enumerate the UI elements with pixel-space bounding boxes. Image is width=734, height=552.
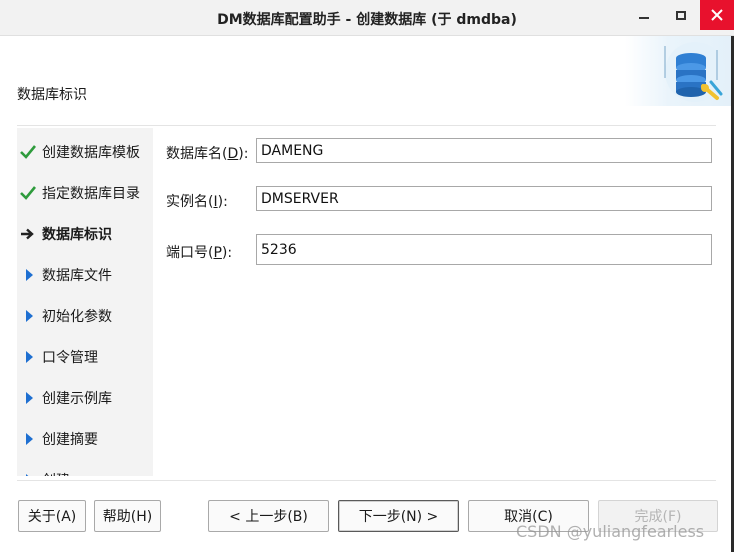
step-label: 初始化参数	[42, 309, 112, 325]
title-bar[interactable]: DM数据库配置助手 - 创建数据库 (于 dmdba)	[0, 0, 734, 36]
step-item-identity: 数据库标识	[17, 220, 153, 248]
check-icon	[20, 186, 36, 200]
db-name-input[interactable]	[256, 138, 712, 163]
page-title: 数据库标识	[17, 87, 87, 103]
triangle-right-icon	[26, 310, 33, 322]
minimize-icon	[639, 17, 649, 19]
step-label: 创建摘要	[42, 432, 98, 448]
step-label: 创建数据库模板	[42, 145, 140, 161]
step-item-sample-db: 创建示例库	[17, 384, 153, 412]
step-label: 数据库标识	[42, 227, 112, 243]
database-icon	[664, 42, 725, 102]
arrow-right-icon	[21, 228, 34, 240]
footer-divider	[17, 480, 716, 481]
step-item-files: 数据库文件	[17, 261, 153, 289]
maximize-button[interactable]	[664, 0, 698, 30]
check-icon	[20, 145, 36, 159]
step-item-password: 口令管理	[17, 343, 153, 371]
minimize-button[interactable]	[627, 0, 661, 30]
step-label: 指定数据库目录	[42, 186, 140, 202]
port-label: 端口号(P):	[166, 245, 233, 261]
step-label: 数据库文件	[42, 268, 112, 284]
prev-button[interactable]: < 上一步(B)	[208, 500, 329, 532]
window-title: DM数据库配置助手 - 创建数据库 (于 dmdba)	[217, 12, 517, 28]
step-item-template: 创建数据库模板	[17, 138, 153, 166]
header-divider	[17, 125, 716, 126]
triangle-right-icon	[26, 269, 33, 281]
triangle-right-icon	[26, 392, 33, 404]
instance-name-input[interactable]	[256, 186, 712, 211]
page-header: 数据库标识	[0, 36, 734, 126]
help-button[interactable]: 帮助(H)	[94, 500, 161, 532]
about-button[interactable]: 关于(A)	[18, 500, 86, 532]
triangle-right-icon	[26, 351, 33, 363]
step-item-create: 创建	[17, 466, 153, 476]
step-label: 创建	[42, 470, 70, 476]
dialog-window: DM数据库配置助手 - 创建数据库 (于 dmdba) 数据库标识 创建数据库模…	[0, 0, 734, 552]
close-icon	[711, 9, 723, 21]
watermark: CSDN @yuliangfearless	[516, 522, 705, 541]
db-name-label: 数据库名(D):	[166, 146, 249, 162]
step-item-summary: 创建摘要	[17, 425, 153, 453]
step-item-directory: 指定数据库目录	[17, 179, 153, 207]
close-button[interactable]	[700, 0, 734, 30]
instance-name-label: 实例名(I):	[166, 194, 228, 210]
triangle-right-icon	[26, 474, 33, 476]
step-label: 口令管理	[42, 350, 98, 366]
header-banner	[625, 36, 734, 106]
step-label: 创建示例库	[42, 391, 112, 407]
next-button[interactable]: 下一步(N) >	[338, 500, 459, 532]
wizard-steps-panel: 创建数据库模板 指定数据库目录 数据库标识 数据库文件 初始化参数 口令管理 创…	[17, 128, 153, 476]
step-item-init-params: 初始化参数	[17, 302, 153, 330]
port-input[interactable]	[256, 234, 712, 265]
triangle-right-icon	[26, 433, 33, 445]
maximize-icon	[676, 10, 686, 20]
